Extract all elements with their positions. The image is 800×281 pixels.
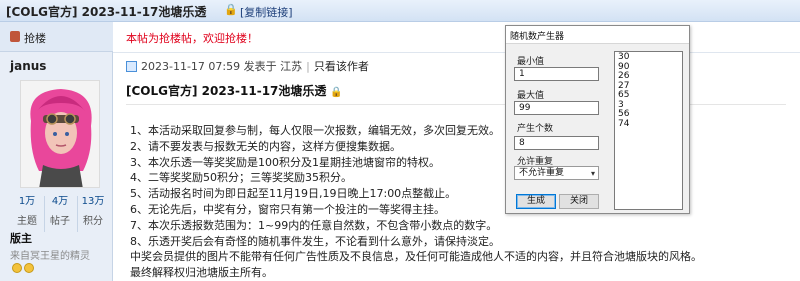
- floor-tag: 抢楼: [0, 22, 113, 52]
- max-label: 最大值: [517, 91, 545, 101]
- username[interactable]: janus: [10, 59, 46, 73]
- rule-line: 中奖会员提供的图片不能带有任何广告性质及不良信息，及任何可能造成他人不适的内容，…: [130, 250, 702, 264]
- rule-line: 最终解释权归池塘版主所有。: [130, 266, 273, 280]
- rule-line: 2、请不要发表与报数无关的内容，这样方便搜集数据。: [130, 139, 401, 153]
- count-label: 产生个数: [517, 124, 554, 134]
- post-meta: 2023-11-17 07:59 发表于 江苏 | 只看该作者: [126, 58, 369, 74]
- rule-line: 4、二等奖奖励50积分；三等奖奖励35积分。: [130, 171, 352, 185]
- rule-line: 1、本活动采取回复参与制，每人仅限一次报数，编辑无效，多次回复无效。: [130, 124, 500, 137]
- stat-value: 13万: [81, 196, 105, 207]
- result-item: 65: [618, 90, 630, 100]
- random-number-dialog: 随机数产生器 最小值 1 最大值 99 产生个数 8 允许重复 不允许重复 ▾ …: [505, 25, 690, 214]
- post-title-text: [COLG官方] 2023-11-17池塘乐透: [126, 84, 327, 98]
- lock-icon: 🔒: [224, 3, 238, 16]
- results-list[interactable]: 30 90 26 27 65 3 56 74: [614, 51, 683, 210]
- repeat-select[interactable]: 不允许重复 ▾: [514, 166, 599, 180]
- stat-points[interactable]: 13万 积分: [78, 190, 108, 227]
- stat-topics[interactable]: 1万 主题: [12, 190, 42, 227]
- post-location-prefix: 发表于: [243, 60, 277, 73]
- rule-line: 5、活动报名时间为即日起至11月19日,19日晚上17:00点整截止。: [130, 187, 457, 201]
- post-content: 1、本活动采取回复参与制，每人仅限一次报数，编辑无效，多次回复无效。 2、请不要…: [130, 123, 790, 281]
- floor-icon: [10, 31, 20, 42]
- smiley-icon: [24, 263, 34, 273]
- thread-title-bar: [COLG官方] 2023-11-17池塘乐透 🔒 [复制链接]: [0, 0, 800, 22]
- rule-line: 3、本次乐透一等奖奖励是100积分及1星期挂池塘窗帘的特权。: [130, 155, 440, 169]
- stat-posts[interactable]: 4万 帖子: [45, 190, 75, 227]
- generate-button[interactable]: 生成: [516, 194, 556, 209]
- repeat-selected: 不允许重复: [519, 168, 565, 178]
- stat-label: 主题: [17, 216, 37, 227]
- stat-label: 积分: [83, 216, 103, 227]
- select-arrow-icon: ▾: [590, 169, 595, 178]
- smiley-icon: [12, 263, 22, 273]
- user-sidebar: 抢楼 janus 1万 主题 4万 帖子 13万 积分 版主 来自冥王星的精灵: [0, 22, 113, 281]
- count-input[interactable]: 8: [514, 136, 599, 150]
- rule-line: 8、乐透开奖后会有奇怪的随机事件发生，不论看到什么意外，请保持淡定。: [130, 234, 500, 248]
- stat-value: 4万: [51, 196, 69, 207]
- floor-label: 抢楼: [24, 32, 46, 45]
- post-notice: 本帖为抢楼帖，欢迎抢楼！: [126, 32, 258, 45]
- dialog-titlebar[interactable]: 随机数产生器: [506, 26, 689, 44]
- author-only-link[interactable]: 只看该作者: [314, 60, 369, 73]
- divider: [113, 52, 800, 53]
- min-label: 最小值: [517, 57, 545, 67]
- stat-value: 1万: [18, 196, 36, 207]
- result-item: 74: [618, 118, 630, 129]
- user-role: 版主: [10, 232, 32, 245]
- rule-line: 6、无论先后，中奖有分，窗帘只有第一个投注的一等奖得主挂。: [130, 202, 445, 216]
- avatar[interactable]: [20, 80, 100, 188]
- user-signature: 来自冥王星的精灵: [10, 251, 90, 262]
- copy-link[interactable]: [复制链接]: [240, 4, 293, 20]
- close-button[interactable]: 关闭: [559, 194, 599, 209]
- post-title: [COLG官方] 2023-11-17池塘乐透 🔒: [126, 82, 343, 99]
- post-location: 江苏: [280, 60, 303, 73]
- rule-line: 7、本次乐透报数范围为：1~99内的任意自然数，不包含带小数点的数字。: [130, 218, 498, 232]
- avatar-image: [21, 81, 99, 187]
- post-datetime: 2023-11-17 07:59: [141, 60, 241, 73]
- dialog-title: 随机数产生器: [510, 32, 565, 42]
- max-input[interactable]: 99: [514, 101, 599, 115]
- stat-label: 帖子: [50, 216, 70, 227]
- meta-separator: |: [306, 60, 310, 73]
- lock-icon: 🔒: [330, 87, 343, 98]
- post-meta-icon: [126, 61, 137, 72]
- thread-title: [COLG官方] 2023-11-17池塘乐透: [6, 5, 207, 19]
- min-input[interactable]: 1: [514, 67, 599, 81]
